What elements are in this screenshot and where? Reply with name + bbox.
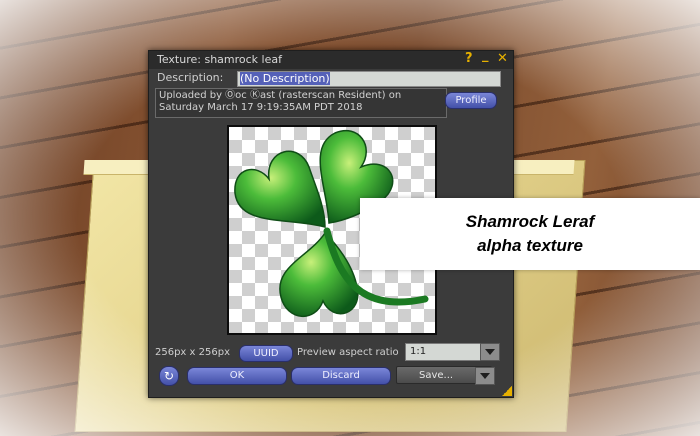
close-icon[interactable]: ✕ xyxy=(497,51,508,66)
uuid-button[interactable]: UUID xyxy=(239,345,293,362)
upload-info-line2: Saturday March 17 9:19:35AM PDT 2018 xyxy=(159,102,363,113)
save-dropdown-icon[interactable] xyxy=(475,367,495,385)
upload-info: Uploaded by Ⓞoc Ⓚast (rasterscan Residen… xyxy=(155,88,447,118)
caption-line2: alpha texture xyxy=(477,236,583,255)
profile-button[interactable]: Profile xyxy=(445,92,497,109)
description-label: Description: xyxy=(157,71,224,84)
refresh-icon[interactable]: ↻ xyxy=(159,366,179,386)
caption-overlay: Shamrock Leraf alpha texture xyxy=(360,198,700,270)
help-icon[interactable]: ? xyxy=(465,51,473,66)
resize-grip-icon[interactable] xyxy=(502,386,512,396)
minimize-icon[interactable]: _ xyxy=(482,48,489,63)
discard-button[interactable]: Discard xyxy=(291,367,391,385)
aspect-ratio-select[interactable]: 1:1 xyxy=(405,343,481,361)
ok-button[interactable]: OK xyxy=(187,367,287,385)
window-title: Texture: shamrock leaf xyxy=(157,53,282,66)
window-titlebar[interactable]: Texture: shamrock leaf ? _ ✕ xyxy=(149,48,513,69)
description-input[interactable]: (No Description) xyxy=(237,71,501,87)
aspect-ratio-label: Preview aspect ratio xyxy=(297,347,399,358)
upload-info-line1: Uploaded by Ⓞoc Ⓚast (rasterscan Residen… xyxy=(159,90,402,101)
description-value: (No Description) xyxy=(240,72,330,85)
texture-dimensions: 256px x 256px xyxy=(155,347,230,358)
caption-line1: Shamrock Leraf xyxy=(465,212,595,231)
aspect-ratio-dropdown-icon[interactable] xyxy=(480,343,500,361)
